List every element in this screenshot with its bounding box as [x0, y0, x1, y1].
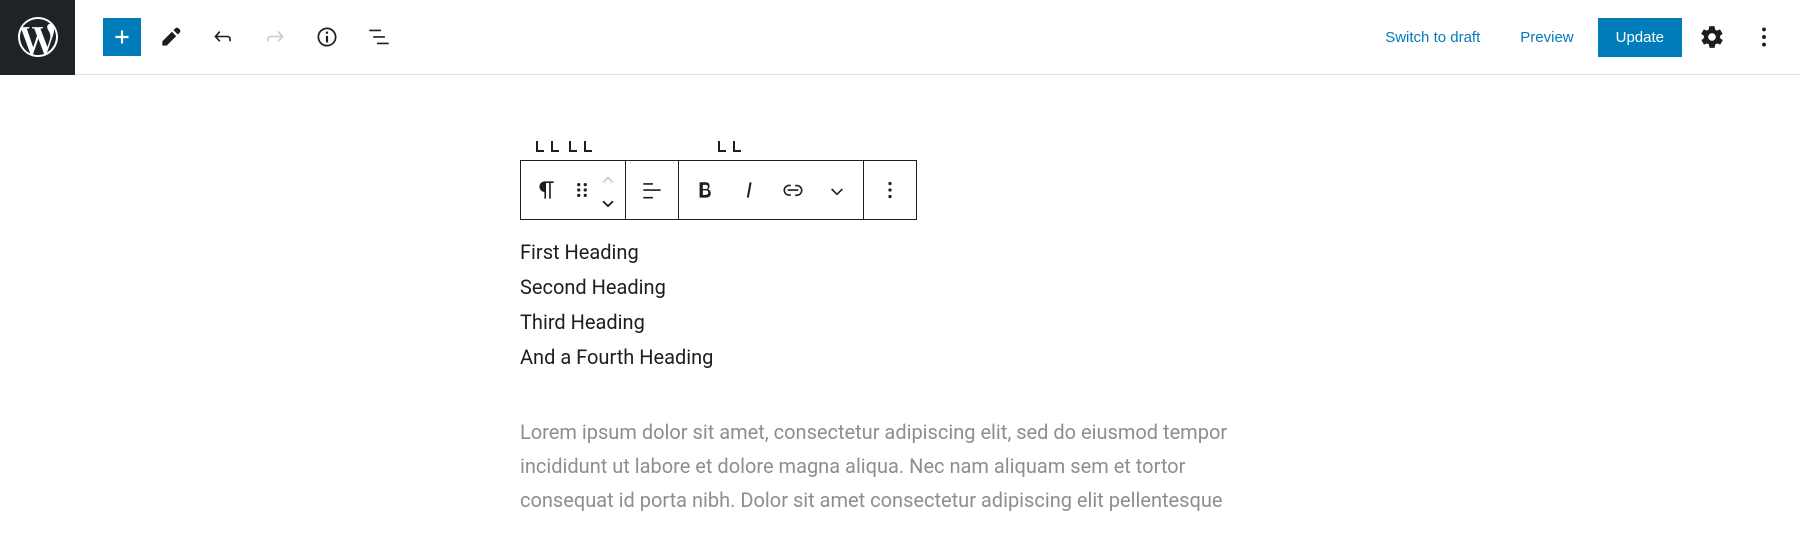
chevron-down-icon: [824, 177, 850, 203]
italic-icon: [736, 177, 762, 203]
update-button[interactable]: Update: [1598, 18, 1682, 57]
editor-area: First Heading Second Heading Third Headi…: [0, 75, 1800, 517]
undo-icon: [210, 24, 236, 50]
more-options-button[interactable]: [1742, 15, 1786, 59]
outline-button[interactable]: [357, 15, 401, 59]
move-down-button[interactable]: [595, 190, 621, 212]
heading-line[interactable]: And a Fourth Heading: [520, 340, 1280, 375]
heading-line[interactable]: Third Heading: [520, 305, 1280, 340]
list-view-icon: [366, 24, 392, 50]
edit-mode-button[interactable]: [149, 15, 193, 59]
move-up-button: [595, 168, 621, 190]
top-toolbar: Switch to draft Preview Update: [0, 0, 1800, 75]
format-group: [679, 161, 864, 219]
align-button[interactable]: [630, 162, 674, 218]
wordpress-logo[interactable]: [0, 0, 75, 75]
link-icon: [780, 177, 806, 203]
paragraph-block[interactable]: Lorem ipsum dolor sit amet, consectetur …: [520, 415, 1280, 517]
more-vertical-icon: [1751, 24, 1777, 50]
wordpress-icon: [18, 17, 58, 57]
align-left-icon: [639, 177, 665, 203]
more-group: [864, 161, 916, 219]
undo-button[interactable]: [201, 15, 245, 59]
align-group: [626, 161, 679, 219]
italic-button[interactable]: [727, 162, 771, 218]
switch-to-draft-button[interactable]: Switch to draft: [1369, 19, 1496, 56]
block-mover[interactable]: [595, 164, 621, 216]
settings-button[interactable]: [1690, 15, 1734, 59]
toolbar-left: [75, 15, 401, 59]
chevron-down-icon: [597, 194, 619, 208]
bold-button[interactable]: [683, 162, 727, 218]
redo-icon: [262, 24, 288, 50]
info-button[interactable]: [305, 15, 349, 59]
drag-icon: [569, 177, 595, 203]
plus-icon: [109, 24, 135, 50]
gear-icon: [1699, 24, 1725, 50]
chevron-up-icon: [597, 172, 619, 186]
heading-line[interactable]: First Heading: [520, 235, 1280, 270]
heading-line[interactable]: Second Heading: [520, 270, 1280, 305]
paragraph-block-button[interactable]: [525, 162, 569, 218]
block-toolbar: [520, 160, 917, 220]
add-block-button[interactable]: [103, 18, 141, 56]
more-format-button[interactable]: [815, 162, 859, 218]
block-more-button[interactable]: [868, 162, 912, 218]
toolbar-right: Switch to draft Preview Update: [1369, 15, 1800, 59]
more-vertical-icon: [877, 177, 903, 203]
link-button[interactable]: [771, 162, 815, 218]
redo-button: [253, 15, 297, 59]
paragraph-icon: [534, 177, 560, 203]
bold-icon: [692, 177, 718, 203]
drag-handle[interactable]: [569, 162, 595, 218]
block-type-group: [521, 161, 626, 219]
info-icon: [314, 24, 340, 50]
preview-button[interactable]: Preview: [1504, 19, 1589, 56]
content-wrapper: First Heading Second Heading Third Headi…: [520, 145, 1280, 517]
pencil-icon: [158, 24, 184, 50]
